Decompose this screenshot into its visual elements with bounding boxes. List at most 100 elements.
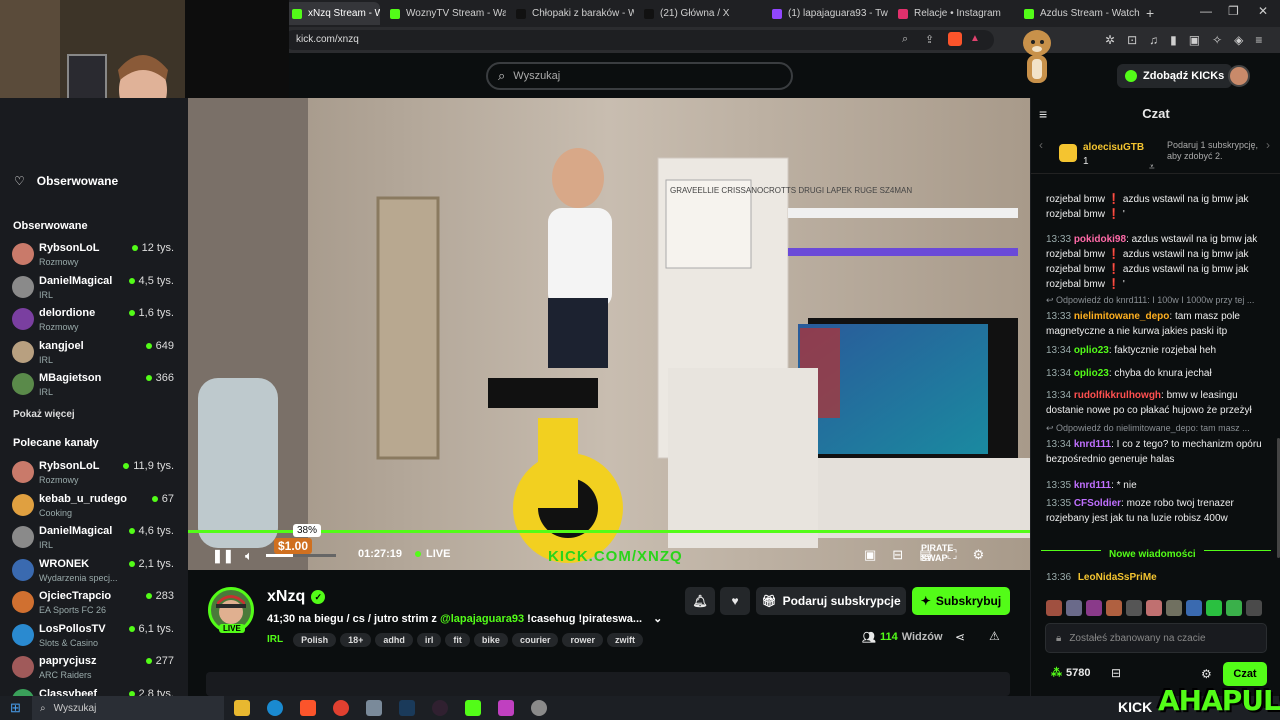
video-player[interactable]: GRAVEELLIE CRISSANOCROTTS DRUGI LAPEK RU… (188, 98, 1030, 570)
banner-prev-icon[interactable]: ‹ (1039, 138, 1043, 152)
message-user[interactable]: rudolfikkrulhowgh (1074, 390, 1161, 401)
emote-icon[interactable] (1066, 600, 1082, 616)
stream-tag[interactable]: courier (511, 633, 559, 647)
stream-tag[interactable]: rower (562, 633, 603, 647)
browser-tab[interactable]: Azdus Stream - Watch Liv (1016, 2, 1142, 25)
kicks-balance[interactable]: ⁂ 5780 (1051, 666, 1090, 680)
miniplayer-icon[interactable]: ▣ (864, 547, 876, 563)
sidebar-channel[interactable]: MBagietson IRL 366 (12, 370, 178, 402)
music-icon[interactable]: ♫ (1149, 33, 1158, 47)
message-user[interactable]: knrd111 (1074, 480, 1111, 491)
browser-tab[interactable]: WoznyTV Stream - Watch (382, 2, 506, 25)
browser-tab[interactable]: Relacje • Instagram (890, 2, 1014, 25)
brave-icon[interactable] (300, 700, 316, 716)
category-link[interactable]: IRL (267, 634, 283, 645)
stream-tag[interactable]: adhd (375, 633, 413, 647)
minimize-icon[interactable]: — (1200, 4, 1212, 18)
emote-icon[interactable] (1146, 600, 1162, 616)
emote-icon[interactable] (1046, 600, 1062, 616)
screenshot-icon[interactable]: ⊡ (1127, 33, 1137, 47)
expand-title-icon[interactable]: ⌄ (653, 613, 662, 625)
notifications-button[interactable]: 🔔︎ (685, 587, 715, 615)
user-avatar[interactable] (1228, 65, 1250, 87)
restore-icon[interactable]: ❐ (1228, 4, 1239, 18)
streaming-app-icon[interactable] (465, 700, 481, 716)
sidebar-channel[interactable]: RybsonLoL Rozmowy 11,9 tys. (12, 458, 178, 490)
sidebar-channel[interactable]: delordione Rozmowy 1,6 tys. (12, 305, 178, 337)
sidebar-channel[interactable]: DanielMagical IRL 4,6 tys. (12, 523, 178, 555)
stream-title-mention[interactable]: @lapajaguara93 (440, 613, 524, 625)
browser-tab[interactable]: Chłopaki z baraków - Wig (508, 2, 634, 25)
report-icon[interactable]: ⚠ (989, 629, 1000, 643)
theater-icon[interactable]: ⊟ (892, 547, 903, 563)
banner-next-icon[interactable]: › (1266, 138, 1270, 152)
rewards-icon[interactable]: ▲ (970, 33, 980, 44)
stream-tag[interactable]: bike (473, 633, 508, 647)
stream-tag[interactable]: fit (445, 633, 470, 647)
volume-icon[interactable]: 🔈︎ (245, 548, 253, 564)
settings-app-icon[interactable] (531, 700, 547, 716)
taskbar-search[interactable]: ⌕ Wyszukaj (32, 696, 224, 720)
message-user[interactable]: oplio23 (1074, 345, 1109, 356)
stream-tag[interactable]: Polish (293, 633, 337, 647)
search-input[interactable]: ⌕ Wyszukaj (486, 62, 793, 90)
subscribe-button[interactable]: ✦ Subskrybuj (912, 587, 1010, 615)
reply-context[interactable]: ↩ Odpowiedź do nielimitowane_depo: tam m… (1046, 423, 1271, 434)
share-icon[interactable]: ⇪ (925, 33, 934, 46)
gift-box-icon[interactable]: ⊟ (1111, 666, 1121, 680)
pause-button[interactable]: ❚❚ (212, 548, 234, 564)
sidebar-channel[interactable]: Classybeef 2,8 tys. (12, 686, 178, 696)
stream-tag[interactable]: irl (416, 633, 442, 647)
emote-icon[interactable] (1226, 600, 1242, 616)
message-user[interactable]: CFSoldier (1074, 498, 1121, 509)
clip-icon[interactable]: ▤ (919, 547, 931, 563)
url-field[interactable]: kick.com/xnzq (284, 30, 994, 50)
pinned-user[interactable]: aloecisuGTB (1083, 142, 1144, 153)
game-icon[interactable] (498, 700, 514, 716)
show-more-link[interactable]: Pokaż więcej (13, 409, 75, 420)
stream-tag[interactable]: 18+ (340, 633, 372, 647)
get-kicks-button[interactable]: Zdobądź KICKs (1117, 64, 1233, 88)
menu-icon[interactable]: ≡ (1255, 33, 1262, 47)
follow-button[interactable]: ♥ (720, 587, 750, 615)
chrome-icon[interactable] (333, 700, 349, 716)
chat-settings-icon[interactable]: ⚙ (1201, 667, 1212, 681)
sidebar-channel[interactable]: LosPollosTV Slots & Casino 6,1 tys. (12, 621, 178, 653)
gift-sub-button[interactable]: 🎁︎ Podaruj subskrypcje (756, 587, 906, 615)
sidebar-channel[interactable]: kangjoel IRL 649 (12, 338, 178, 370)
sidebar-channel[interactable]: OjciecTrapcio EA Sports FC 26 283 (12, 588, 178, 620)
message-user[interactable]: LeoNidaSsPriMe (1078, 572, 1157, 583)
browser-tab[interactable]: xNzq Stream - Watch✕ (284, 2, 380, 25)
browser-tab[interactable]: (1) lapajaguara93 - Twitch (764, 2, 888, 25)
send-chat-button[interactable]: Czat (1223, 662, 1267, 686)
brave-shield-icon[interactable] (948, 32, 962, 46)
extensions-icon[interactable]: ✲ (1105, 33, 1115, 47)
share-stream-icon[interactable]: ⋖ (955, 630, 965, 644)
obs-icon[interactable] (432, 700, 448, 716)
reply-context[interactable]: ↩ Odpowiedź do knrd111: I 100w I 1000w p… (1046, 295, 1271, 306)
sidebar-icon[interactable]: ▮ (1170, 33, 1177, 47)
sidebar-channel[interactable]: paprycjusz ARC Raiders 277 (12, 653, 178, 685)
file-explorer-icon[interactable] (234, 700, 250, 716)
sidebar-channel[interactable]: kebab_u_rudego Cooking 67 (12, 491, 178, 523)
sidebar-followed-header[interactable]: ♡ Obserwowane (14, 174, 118, 188)
windows-start-icon[interactable]: ⊞ (10, 700, 21, 716)
wallet-icon[interactable]: ▣ (1189, 33, 1200, 47)
emote-icon[interactable] (1246, 600, 1262, 616)
app-icon[interactable] (366, 700, 382, 716)
emote-icon[interactable] (1206, 600, 1222, 616)
settings-icon[interactable]: ⚙ (973, 547, 985, 563)
new-messages-label[interactable]: Nowe wiadomości (1101, 549, 1204, 560)
message-user[interactable]: nielimitowane_depo (1074, 311, 1170, 322)
steam-icon[interactable] (399, 700, 415, 716)
fullscreen-icon[interactable]: ⛶ (948, 547, 957, 563)
emote-icon[interactable] (1166, 600, 1182, 616)
emote-icon[interactable] (1126, 600, 1142, 616)
emote-icon[interactable] (1086, 600, 1102, 616)
stream-tag[interactable]: zwift (606, 633, 643, 647)
browser-tab[interactable]: (21) Główna / X (636, 2, 762, 25)
message-user[interactable]: oplio23 (1074, 368, 1109, 379)
channel-name[interactable]: xNzq (267, 588, 305, 606)
emote-icon[interactable] (1186, 600, 1202, 616)
close-window-icon[interactable]: ✕ (1258, 4, 1268, 18)
